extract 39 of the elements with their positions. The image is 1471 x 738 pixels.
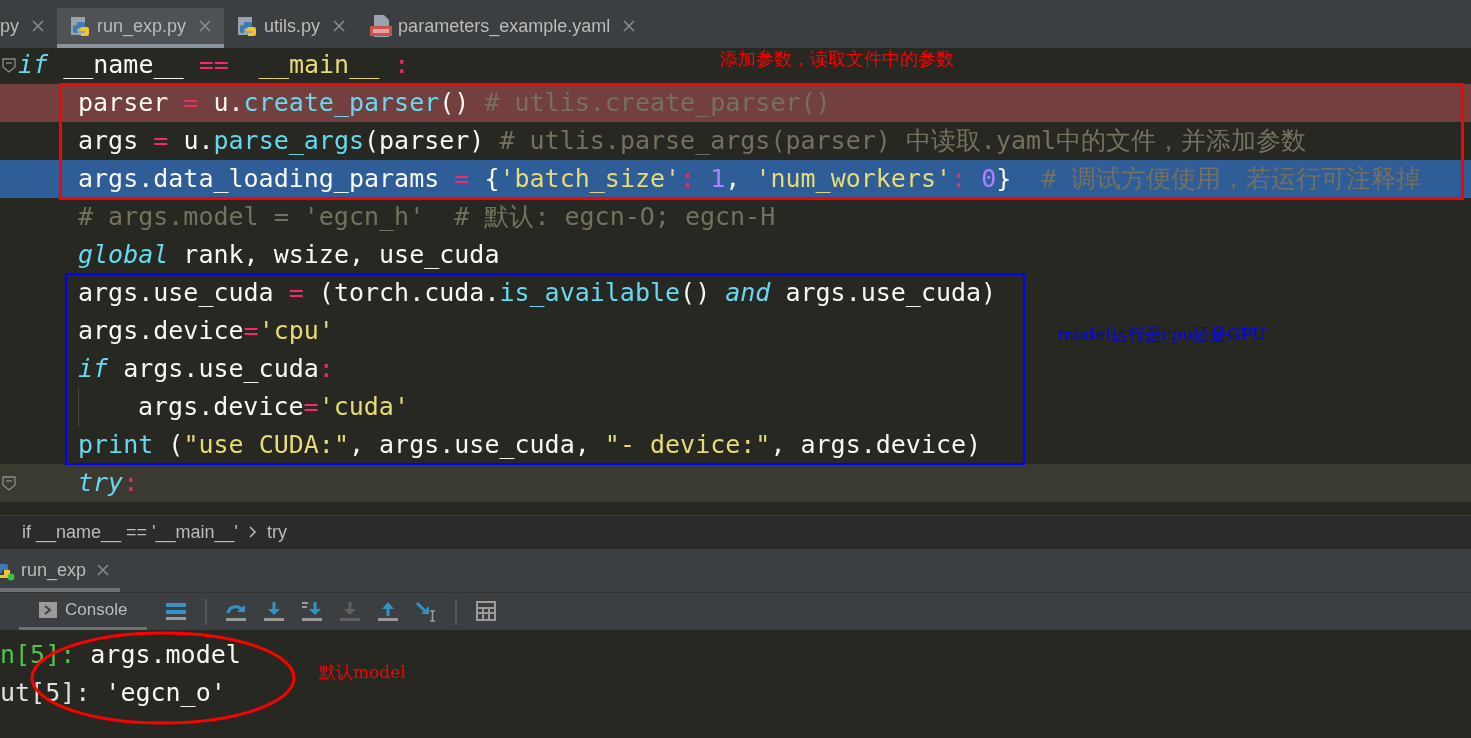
breadcrumb-item[interactable]: try (267, 518, 288, 546)
annotation-text: 默认model (319, 661, 406, 684)
down-arrow-icon (340, 601, 361, 622)
python-file-icon (236, 14, 259, 38)
code-line: global rank, wsize, use_cuda (78, 239, 500, 271)
editor-tab[interactable]: parameters_example.yaml (358, 8, 649, 48)
lines-icon (166, 601, 187, 622)
code-line: # args.model = 'egcn_h' # 默认: egcn-O; egcn-H (78, 201, 776, 233)
console-text: args.model (89, 639, 241, 672)
annotation-text: model运行是cpu还是GPU (1058, 323, 1267, 346)
yaml-file-icon (370, 14, 393, 38)
code-line: if __name__ == __main__ : (18, 49, 410, 81)
code-line: args = u.parse_args(parser) # utlis.parse_args(parser) 中读取.yaml中的文件，并添加参数 (78, 125, 1307, 157)
code-line: print ("use CUDA:", args.use_cuda, "- device:", args.device) (78, 429, 982, 461)
code-line: try: (78, 467, 139, 499)
code-line: args.use_cuda = (torch.cuda.is_available() and args.use_cuda) (78, 277, 997, 309)
close-icon (96, 563, 111, 577)
close-icon (198, 19, 213, 33)
down-arrow-lines-icon (302, 601, 323, 622)
console-text: 'egcn_o' (104, 677, 226, 710)
python-file-icon (69, 14, 91, 38)
terminal-icon (39, 602, 57, 618)
close-icon (31, 19, 45, 33)
editor-tab[interactable]: utils.py (224, 8, 359, 48)
code-line: args.device='cuda' (138, 391, 409, 423)
editor-tab[interactable]: py (0, 8, 57, 48)
annotation-text: 添加参数，读取文件中的参数 (720, 47, 954, 71)
close-icon (622, 19, 637, 33)
breadcrumb-item[interactable]: if __name__ == '__main__' (22, 518, 239, 546)
down-arrow-icon (264, 601, 285, 622)
table-icon (476, 601, 497, 622)
chevron-icon (248, 525, 258, 539)
up-arrow-icon (378, 601, 399, 622)
code-line: args.device='cpu' (78, 315, 334, 347)
editor-tab[interactable]: run_exp.py (57, 8, 225, 48)
close-icon (332, 19, 347, 33)
code-line: args.data_loading_params = {'batch_size': 1, 'num_workers': 0} # 调试方便使用，若运行可注释掉 (78, 163, 1422, 195)
arrow-cursor-icon (416, 601, 437, 622)
code-line: if args.use_cuda: (78, 353, 334, 385)
